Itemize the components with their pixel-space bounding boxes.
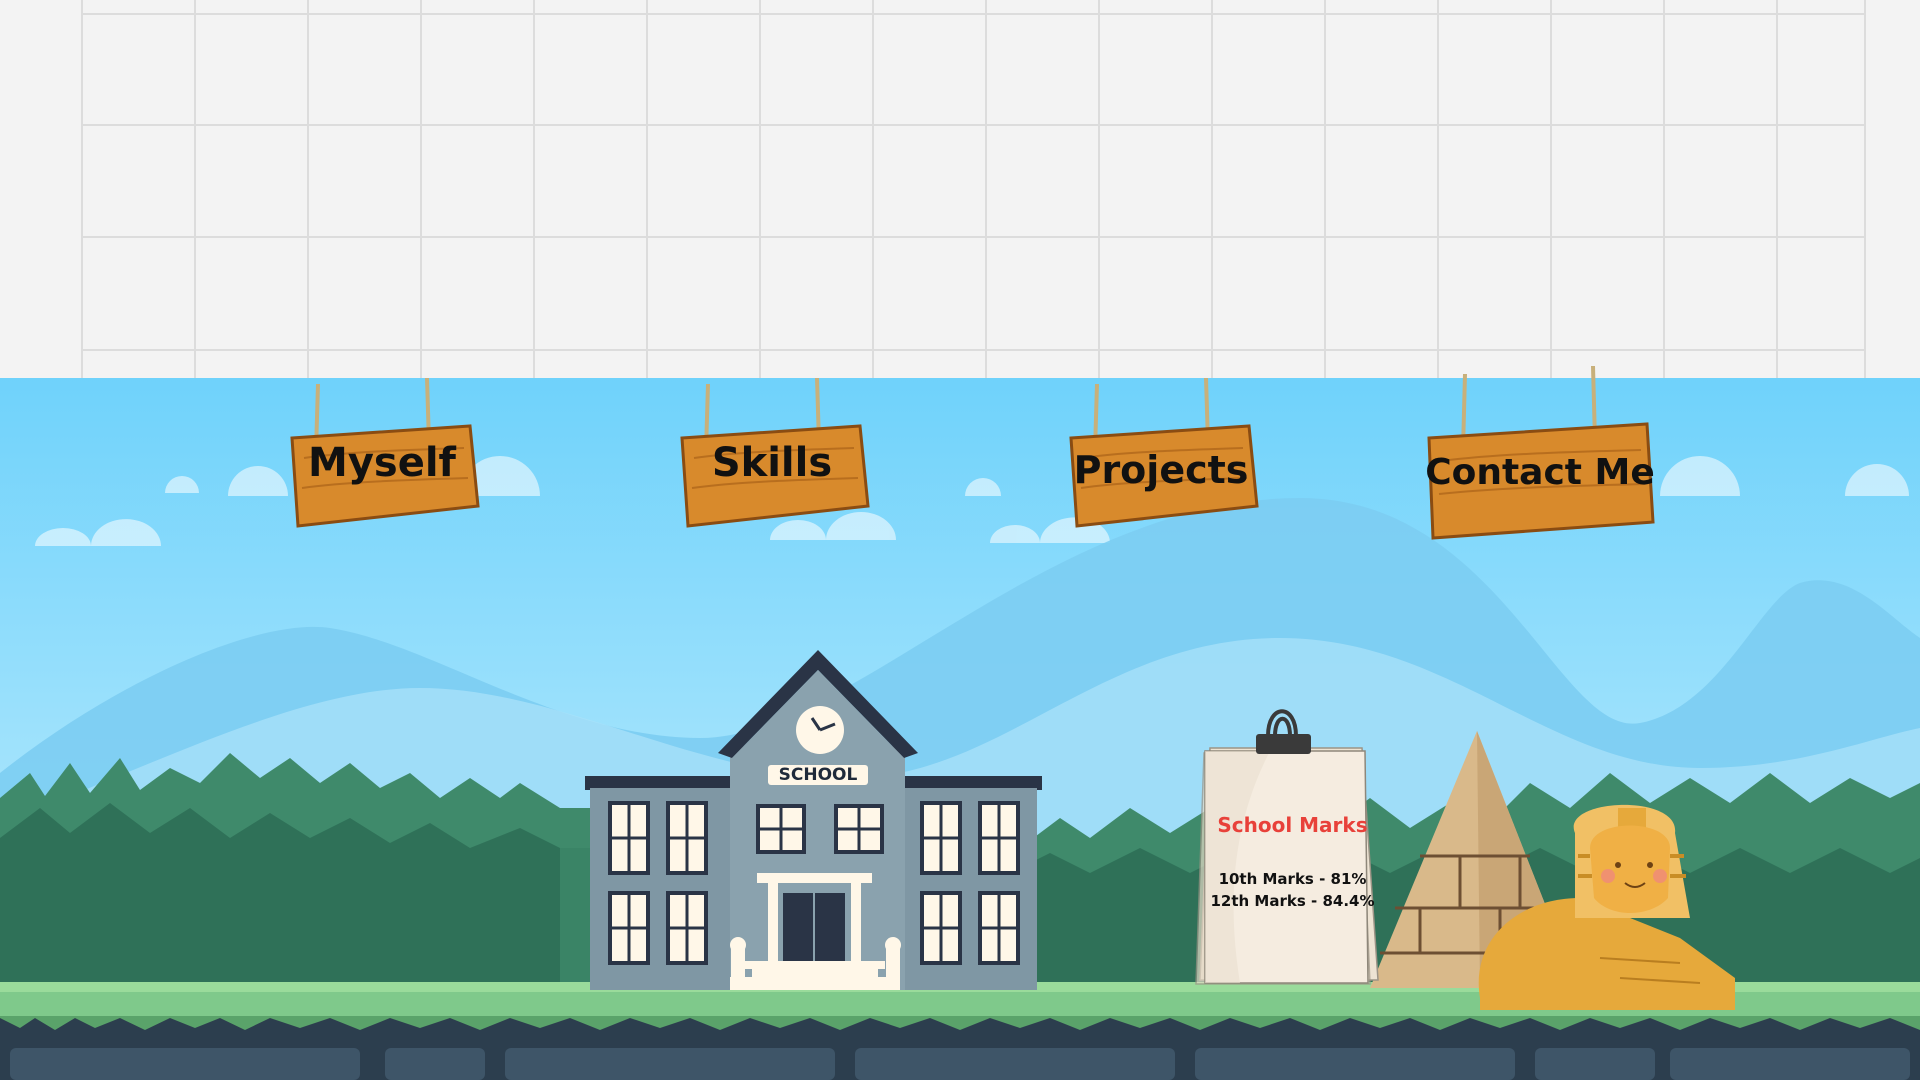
nav-sign-skills[interactable]: Skills bbox=[674, 377, 870, 528]
nav-sign-projects[interactable]: Projects bbox=[1063, 377, 1259, 528]
nav-sign-myself-label: Myself bbox=[308, 440, 456, 486]
school-label: SCHOOL bbox=[778, 765, 858, 785]
nav-sign-contact[interactable]: Contact Me bbox=[1425, 365, 1655, 540]
game-scene: SCHOOL School Marks 10th Marks - 81% 12t… bbox=[0, 0, 1920, 1080]
nav-sign-projects-label: Projects bbox=[1073, 448, 1249, 492]
nav-sign-skills-label: Skills bbox=[711, 440, 833, 486]
grid-paper-background bbox=[0, 0, 1920, 378]
nav-sign-contact-label: Contact Me bbox=[1425, 452, 1655, 493]
marks-notepad bbox=[1195, 709, 1379, 985]
binder-clip-icon bbox=[1256, 734, 1311, 754]
nav-sign-myself[interactable]: Myself bbox=[284, 377, 480, 528]
marks-line-10th: 10th Marks - 81% bbox=[1218, 870, 1367, 888]
marks-title: School Marks bbox=[1217, 813, 1368, 837]
wooden-sign-icon bbox=[1427, 365, 1655, 540]
marks-line-12th: 12th Marks - 84.4% bbox=[1210, 892, 1375, 910]
